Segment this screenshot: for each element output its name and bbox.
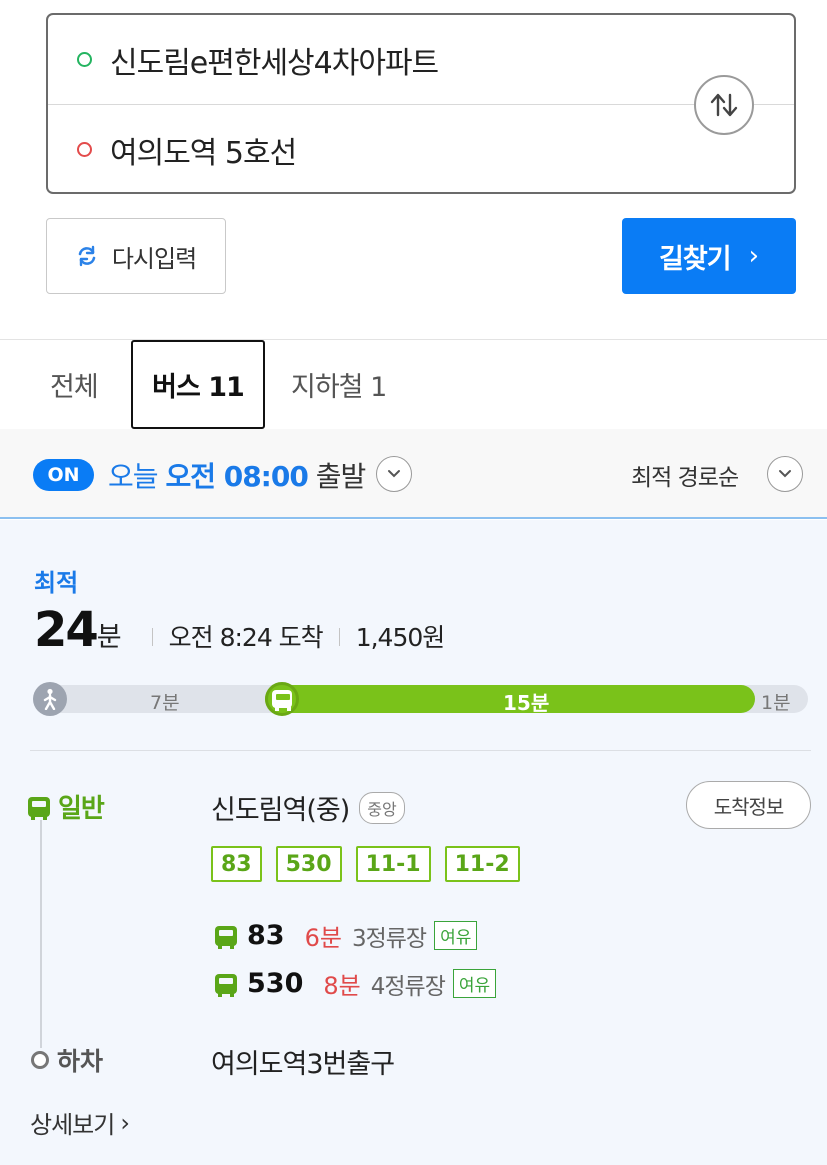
timeline-walk-label: 7분 (150, 692, 180, 714)
route-search-box: 신도림e편한세상4차아파트 여의도역 5호선 (46, 13, 796, 194)
crowd-status-badge: 여유 (452, 969, 497, 998)
boarding-stop: 신도림역(중) 중앙 (211, 788, 405, 827)
arrival-time: 오전 8:24 도착 (168, 623, 324, 652)
departure-time[interactable]: 오늘 오전 08:00 출발 (108, 455, 367, 495)
realtime-on-toggle[interactable]: ON (33, 459, 94, 491)
leg-type: 일반 (28, 788, 105, 825)
bus-number: 530 (247, 968, 304, 999)
bus-arrival-row: 83 6분 3정류장 여유 (215, 918, 478, 953)
bus-icon (215, 973, 237, 997)
detail-label: 상세보기 (30, 1111, 115, 1139)
bus-wait-time: 8분 (323, 972, 361, 1000)
tab-all[interactable]: 전체 (50, 340, 99, 429)
bus-chips: 83 530 11-1 11-2 (211, 846, 520, 882)
alight-label: 하차 (57, 1047, 104, 1076)
detail-link[interactable]: 상세보기 › (30, 1105, 130, 1140)
alight-stop-name[interactable]: 여의도역3번출구 (211, 1042, 395, 1081)
leg-connector-line (40, 820, 42, 1048)
alight-dot-icon (31, 1051, 49, 1069)
bus-wait-time: 6분 (304, 924, 342, 952)
reset-label: 다시입력 (111, 244, 197, 273)
timeline-bus-label: 15분 (503, 691, 550, 715)
bus-chip[interactable]: 11-2 (444, 846, 520, 882)
route-summary: 24 분 오전 8:24 도착 1,450원 (34, 602, 446, 658)
fare: 1,450원 (355, 623, 446, 652)
timeline-end-label: 1분 (761, 692, 791, 714)
duration-unit: 분 (96, 622, 122, 653)
transit-tabs: 전체 버스 11 지하철 1 (0, 340, 827, 429)
card-divider (30, 750, 811, 751)
alight-marker: 하차 (31, 1042, 103, 1078)
destination-field[interactable]: 여의도역 5호선 (48, 105, 794, 194)
leg-type-label: 일반 (58, 794, 105, 824)
chevron-right-icon: › (120, 1108, 130, 1137)
bus-arrival-row: 530 8분 4정류장 여유 (215, 966, 497, 1001)
bus-chip[interactable]: 83 (211, 846, 262, 882)
summary-separator (151, 628, 153, 646)
destination-text: 여의도역 5호선 (110, 135, 297, 171)
timeline-bus-icon (265, 682, 299, 716)
bus-chip[interactable]: 530 (275, 846, 342, 882)
crowd-status-badge: 여유 (434, 921, 478, 950)
refresh-icon (78, 245, 96, 267)
walk-icon (33, 682, 67, 716)
departure-day: 오늘 (108, 460, 159, 493)
sort-chevron-down-icon[interactable] (767, 456, 803, 492)
best-route-label: 최적 (34, 569, 79, 597)
tab-bus[interactable]: 버스 11 (131, 340, 265, 429)
swap-arrows-icon (710, 93, 738, 117)
sort-selector[interactable]: 최적 경로순 (631, 458, 739, 492)
origin-text: 신도림e편한세상4차아파트 (110, 45, 439, 81)
find-route-label: 길찾기 (659, 243, 732, 275)
chevron-right-icon: › (748, 241, 759, 271)
bus-number: 83 (247, 920, 285, 951)
tab-subway[interactable]: 지하철 1 (291, 340, 387, 429)
reset-button[interactable]: 다시입력 (46, 218, 226, 294)
destination-dot-icon (77, 142, 92, 157)
bus-icon (28, 796, 50, 820)
origin-field[interactable]: 신도림e편한세상4차아파트 (48, 15, 794, 104)
stop-lane-badge: 중앙 (359, 791, 405, 824)
summary-separator (338, 628, 340, 646)
departure-chevron-down-icon[interactable] (376, 456, 412, 492)
bus-stops-away: 4정류장 (370, 973, 446, 1000)
bus-chip[interactable]: 11-1 (355, 846, 431, 882)
origin-dot-icon (77, 52, 92, 67)
find-route-button[interactable]: 길찾기 › (622, 218, 796, 294)
swap-button[interactable] (694, 75, 754, 135)
route-timeline: 7분 15분 1분 (33, 682, 808, 716)
departure-suffix: 출발 (315, 460, 367, 493)
duration-value: 24 (34, 602, 99, 658)
bus-stops-away: 3정류장 (351, 925, 427, 952)
bus-icon (215, 925, 237, 949)
arrival-info-button[interactable]: 도착정보 (686, 781, 811, 829)
departure-clock: 오전 08:00 (165, 460, 308, 493)
boarding-stop-name[interactable]: 신도림역(중) (211, 788, 350, 827)
